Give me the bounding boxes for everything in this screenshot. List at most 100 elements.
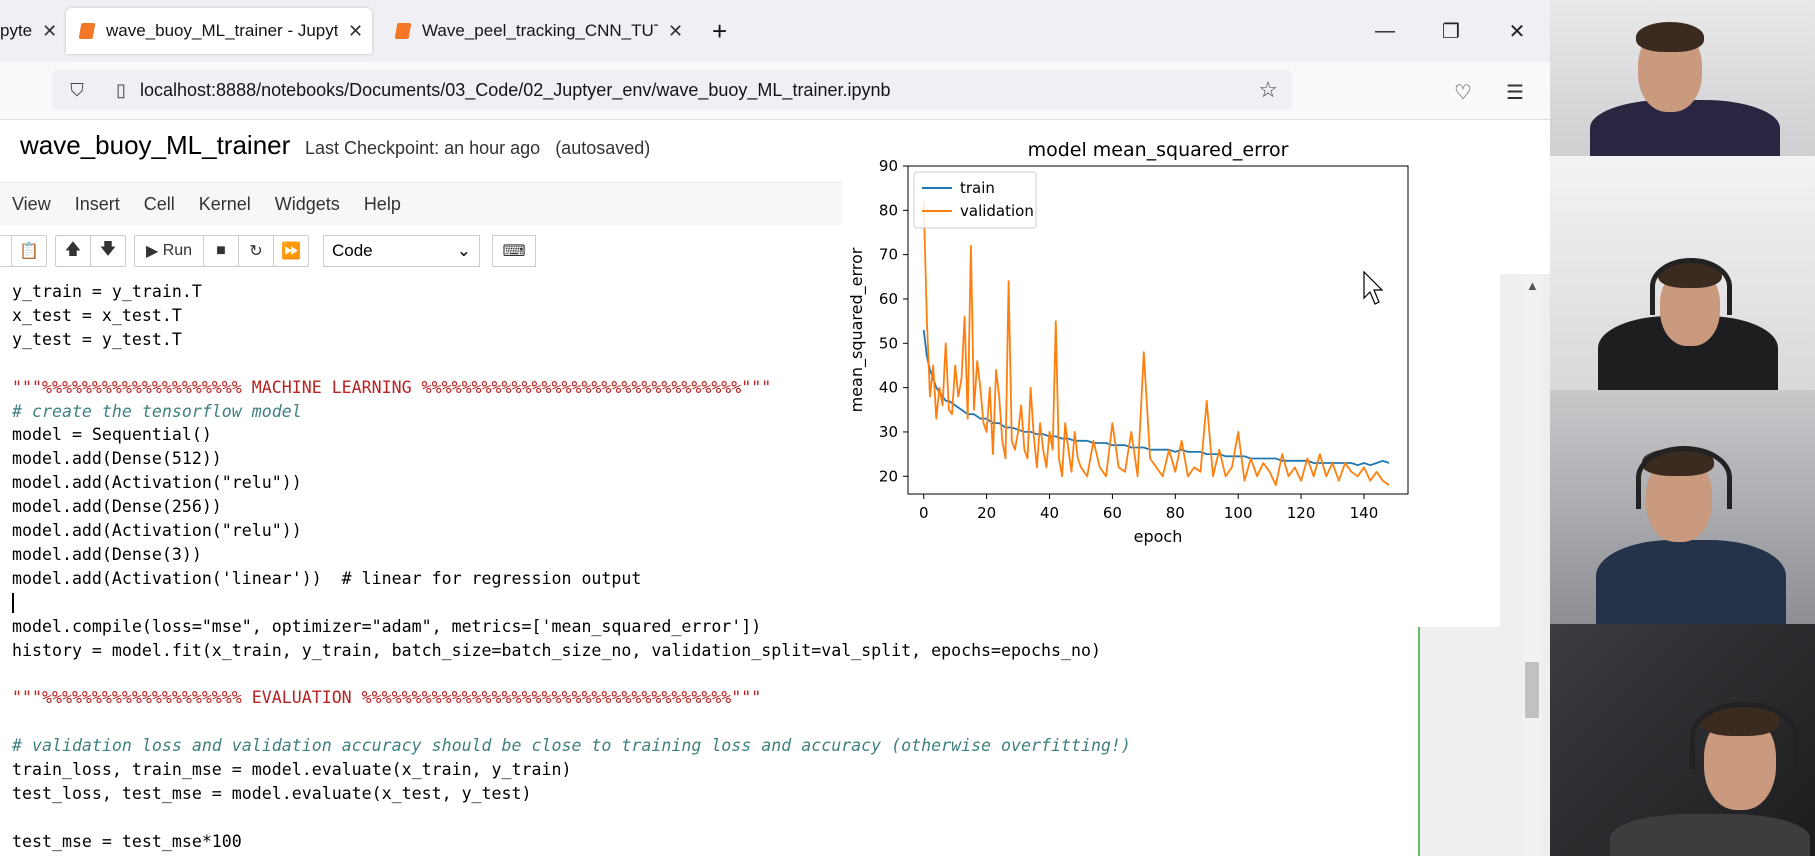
new-tab-button[interactable]: + — [712, 8, 727, 54]
y-tick-label: 20 — [879, 467, 898, 485]
run-label: Run — [162, 242, 193, 259]
code-line: model.add(Activation("relu")) — [12, 521, 302, 541]
x-tick-label: 80 — [1166, 504, 1185, 522]
pocket-icon[interactable]: ♡ — [1454, 80, 1472, 105]
page-icon: ▯ — [116, 79, 126, 100]
close-tab-icon[interactable]: ✕ — [42, 21, 57, 42]
run-button[interactable]: ▶ Run — [134, 235, 204, 267]
mouse-cursor-icon — [1363, 270, 1384, 305]
mse-chart: model mean_squared_error 0 20 40 60 80 100 120 1… — [847, 139, 1409, 546]
play-icon: ▶ — [145, 243, 163, 260]
code-line: y_test = y_test.T — [12, 329, 182, 349]
tab-wave-peel-tracking[interactable]: Wave_peel_tracking_CNN_TUTE ✕ — [390, 8, 690, 54]
close-tab-icon[interactable]: ✕ — [668, 21, 683, 42]
code-line: model.add(Dense(512)) — [12, 449, 222, 469]
participant-video-2[interactable] — [1550, 156, 1815, 390]
participant-video-4[interactable] — [1550, 624, 1815, 856]
tab-label: Wave_peel_tracking_CNN_TUTE — [422, 21, 658, 40]
y-tick-label: 60 — [879, 290, 898, 308]
x-tick-label: 120 — [1287, 504, 1316, 522]
menu-help[interactable]: Help — [364, 194, 425, 215]
legend-label: train — [960, 179, 995, 197]
x-tick-label: 100 — [1224, 504, 1253, 522]
bookmark-star-icon[interactable]: ☆ — [1258, 77, 1278, 103]
code-line: history = model.fit(x_train, y_train, ba… — [12, 640, 1101, 660]
x-axis-label: epoch — [1134, 527, 1183, 546]
participant-video-3[interactable] — [1550, 390, 1815, 624]
code-line: test_loss, test_mse = model.evaluate(x_t… — [12, 784, 532, 804]
code-line: # validation loss and validation accurac… — [12, 736, 1131, 756]
code-line: model.add(Dense(3)) — [12, 544, 202, 564]
code-line: model.compile(loss="mse", optimizer="ada… — [12, 616, 762, 636]
url-text[interactable]: localhost:8888/notebooks/Documents/03_Co… — [140, 80, 891, 101]
x-tick-label: 60 — [1103, 504, 1122, 522]
menu-icon[interactable]: ☰ — [1506, 80, 1524, 105]
chart-title: model mean_squared_error — [1028, 139, 1289, 161]
menu-view[interactable]: View — [0, 194, 75, 215]
participant-video-1[interactable] — [1550, 0, 1815, 156]
x-tick-label: 140 — [1350, 504, 1379, 522]
x-tick-label: 0 — [919, 504, 929, 522]
cell-type-select[interactable]: Code ⌄ — [323, 235, 480, 267]
code-line: model.add(Activation("relu")) — [12, 473, 302, 493]
tab-wave-buoy-trainer[interactable]: wave_buoy_ML_trainer - Jupyte ✕ — [66, 8, 372, 54]
restore-icon[interactable]: ❐ — [1418, 19, 1484, 44]
keyboard-icon[interactable]: ⌨ — [492, 235, 536, 267]
menu-insert[interactable]: Insert — [75, 194, 144, 215]
y-tick-label: 30 — [879, 423, 898, 441]
text-cursor — [12, 593, 14, 614]
checkpoint-status: Last Checkpoint: an hour ago (autosaved) — [305, 138, 650, 159]
navigation-toolbar: ⛉ ▯ localhost:8888/notebooks/Documents/0… — [0, 62, 1550, 120]
notebook-title[interactable]: wave_buoy_ML_trainer — [20, 130, 290, 161]
cell-type-value: Code — [332, 241, 373, 260]
address-bar[interactable]: ⛉ ▯ localhost:8888/notebooks/Documents/0… — [52, 70, 1292, 110]
legend-label: validation — [960, 202, 1034, 220]
close-tab-icon[interactable]: ✕ — [348, 21, 363, 42]
code-line: x_test = x_test.T — [12, 305, 182, 325]
paste-icon[interactable]: 📋 — [11, 235, 47, 267]
close-window-icon[interactable]: ✕ — [1484, 19, 1550, 44]
code-line: train_loss, train_mse = model.evaluate(x… — [12, 760, 572, 780]
x-tick-label: 40 — [1040, 504, 1059, 522]
minimize-icon[interactable]: — — [1352, 20, 1418, 43]
y-tick-label: 90 — [879, 157, 898, 175]
mse-chart-panel: model mean_squared_error 0 20 40 60 80 100 120 1… — [842, 124, 1500, 627]
notebook-toolbar: 📋 🡅 🡇 ▶ Run ■ ↻ ⏩ Code ⌄ ⌨ — [0, 228, 850, 274]
video-call-strip — [1550, 0, 1815, 856]
fast-forward-icon[interactable]: ⏩ — [273, 235, 309, 267]
code-line: model = Sequential() — [12, 425, 212, 445]
tab-label: wave_buoy_ML_trainer - Jupyte — [106, 21, 338, 40]
notebook-scrollbar[interactable] — [1522, 274, 1542, 856]
tab-label: pyte — [0, 21, 33, 40]
menu-widgets[interactable]: Widgets — [275, 194, 364, 215]
chevron-down-icon: ⌄ — [456, 241, 471, 260]
browser-tab-bar: pyte ✕ wave_buoy_ML_trainer - Jupyte ✕ W… — [0, 0, 1550, 62]
code-line: """%%%%%%%%%%%%%%%%%%%% MACHINE LEARNING… — [12, 377, 772, 397]
stop-icon[interactable]: ■ — [203, 235, 239, 267]
menu-kernel[interactable]: Kernel — [199, 194, 275, 215]
move-down-icon[interactable]: 🡇 — [90, 235, 126, 267]
menu-cell[interactable]: Cell — [144, 194, 199, 215]
menu-bar: View Insert Cell Kernel Widgets Help — [0, 182, 850, 225]
code-line: test_mse = test_mse*100 — [12, 831, 242, 851]
restart-icon[interactable]: ↻ — [238, 235, 274, 267]
code-line: y_train = y_train.T — [12, 282, 202, 301]
code-line: """%%%%%%%%%%%%%%%%%%%% EVALUATION %%%%%… — [12, 688, 762, 708]
window-controls: — ❐ ✕ — [1352, 0, 1550, 62]
tab-jupyter-partial[interactable]: pyte ✕ — [0, 8, 57, 54]
autosave-status: (autosaved) — [555, 138, 651, 158]
y-axis-label: mean_squared_error — [847, 247, 867, 412]
move-up-icon[interactable]: 🡅 — [55, 235, 91, 267]
scroll-up-icon[interactable]: ▲ — [1526, 278, 1539, 293]
y-tick-label: 50 — [879, 334, 898, 352]
y-tick-label: 40 — [879, 379, 898, 397]
code-line: model.add(Activation('linear')) # linear… — [12, 568, 642, 588]
scrollbar-thumb[interactable] — [1525, 662, 1539, 718]
shield-icon[interactable]: ⛉ — [66, 80, 88, 101]
x-tick-label: 20 — [977, 504, 996, 522]
y-tick-label: 70 — [879, 246, 898, 264]
checkpoint-text: Last Checkpoint: an hour ago — [305, 138, 541, 158]
jupyter-favicon-icon — [78, 23, 96, 39]
code-line: model.add(Dense(256)) — [12, 497, 222, 517]
code-line: # create the tensorflow model — [12, 401, 302, 421]
